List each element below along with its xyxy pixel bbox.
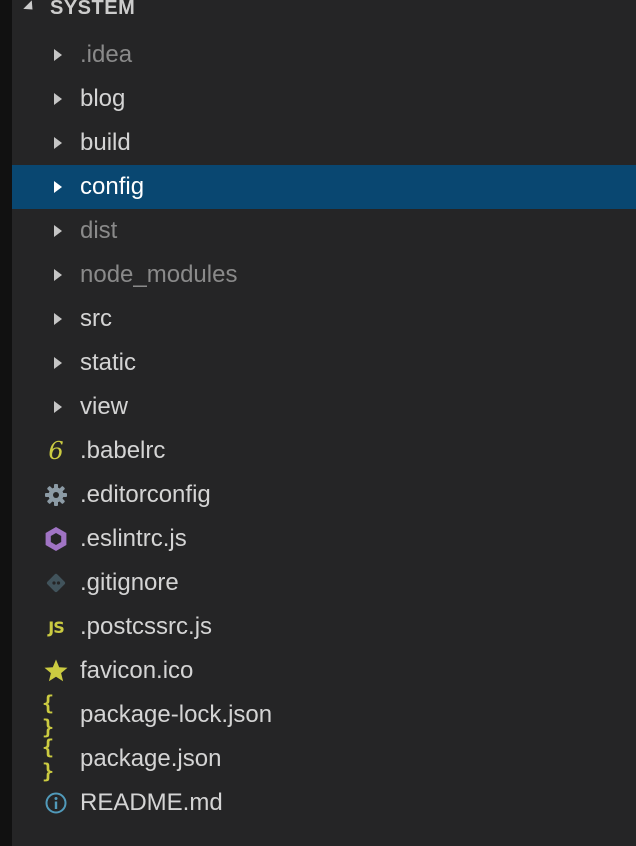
tree-item-view[interactable]: view xyxy=(12,385,636,429)
tree-item-label: blog xyxy=(80,85,126,112)
json-icon: { } xyxy=(42,691,54,739)
tree-item-build[interactable]: build xyxy=(12,121,636,165)
tree-item-label: .gitignore xyxy=(80,569,179,596)
file-explorer-panel: SYSTEM .idea blog build config dist node… xyxy=(12,0,636,846)
file-tree: .idea blog build config dist node_module… xyxy=(12,33,636,825)
chevron-right-icon xyxy=(42,349,70,377)
chevron-right-icon xyxy=(42,41,70,69)
tree-item-label: favicon.ico xyxy=(80,657,194,684)
chevron-right-icon xyxy=(42,129,70,157)
tree-item-label: static xyxy=(80,349,137,376)
tree-item-babelrc[interactable]: 6 .babelrc xyxy=(12,429,636,473)
tree-item-label: dist xyxy=(80,217,118,244)
chevron-right-icon xyxy=(42,85,70,113)
chevron-right-icon xyxy=(42,305,70,333)
tree-item-label: package.json xyxy=(80,745,222,772)
eslint-icon xyxy=(42,525,70,553)
tree-item-label: .idea xyxy=(80,41,133,68)
tree-item-label: .postcssrc.js xyxy=(80,613,213,640)
tree-item-package-lock-json[interactable]: { } package-lock.json xyxy=(12,691,636,739)
tree-item-src[interactable]: src xyxy=(12,297,636,341)
tree-item-label: src xyxy=(80,305,112,332)
explorer-section-header[interactable]: SYSTEM xyxy=(12,0,636,20)
json-icon: { } xyxy=(42,735,54,783)
tree-item-label: .editorconfig xyxy=(80,481,211,508)
tree-item-eslintrc[interactable]: .eslintrc.js xyxy=(12,517,636,561)
tree-item-gitignore[interactable]: .gitignore xyxy=(12,561,636,605)
chevron-right-icon xyxy=(42,173,70,201)
tree-item-label: config xyxy=(80,173,145,200)
tree-item-dist[interactable]: dist xyxy=(12,209,636,253)
info-icon xyxy=(42,789,70,817)
tree-item-blog[interactable]: blog xyxy=(12,77,636,121)
git-icon xyxy=(42,569,70,597)
tree-item-package-json[interactable]: { } package.json xyxy=(12,735,636,783)
tree-item-label: .babelrc xyxy=(80,437,166,464)
tree-item-label: view xyxy=(80,393,129,420)
babel-icon: 6 xyxy=(48,437,64,465)
section-title: SYSTEM xyxy=(50,0,136,19)
tree-item-label: build xyxy=(80,129,131,156)
caret-down-icon xyxy=(23,0,37,14)
tree-item-static[interactable]: static xyxy=(12,341,636,385)
tree-item-readme[interactable]: README.md xyxy=(12,781,636,825)
tree-item-postcssrc[interactable]: JS .postcssrc.js xyxy=(12,605,636,649)
chevron-right-icon xyxy=(42,393,70,421)
javascript-icon: JS xyxy=(48,617,64,637)
tree-item-label: README.md xyxy=(80,789,223,816)
tree-item-config[interactable]: config xyxy=(12,165,636,209)
tree-item-label: package-lock.json xyxy=(80,701,273,728)
tree-item-label: node_modules xyxy=(80,261,238,288)
chevron-right-icon xyxy=(42,261,70,289)
tree-item-favicon[interactable]: favicon.ico xyxy=(12,649,636,693)
tree-item-label: .eslintrc.js xyxy=(80,525,187,552)
gear-icon xyxy=(42,481,70,509)
tree-item-idea[interactable]: .idea xyxy=(12,33,636,77)
star-icon xyxy=(42,657,70,685)
tree-item-node-modules[interactable]: node_modules xyxy=(12,253,636,297)
chevron-right-icon xyxy=(42,217,70,245)
tree-item-editorconfig[interactable]: .editorconfig xyxy=(12,473,636,517)
